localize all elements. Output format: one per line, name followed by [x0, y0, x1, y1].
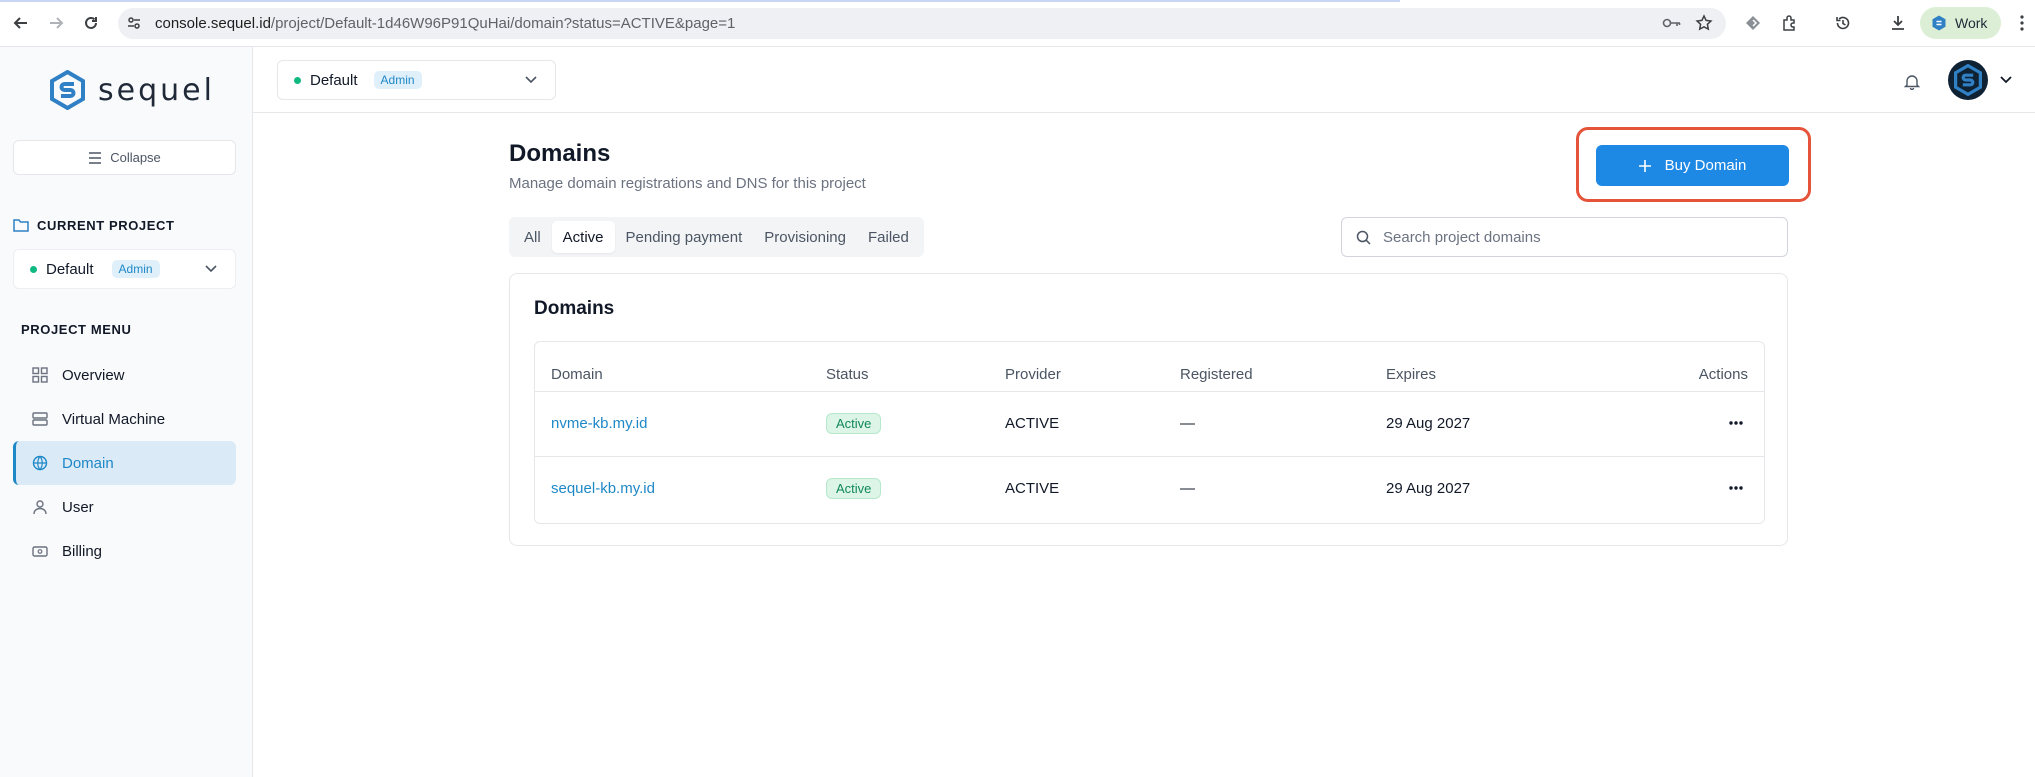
current-project-label: CURRENT PROJECT [37, 218, 175, 233]
buy-domain-button[interactable]: Buy Domain [1596, 145, 1789, 186]
page-load-indicator [0, 0, 1400, 2]
profile-label: Work [1955, 15, 1988, 31]
provider-cell: ACTIVE [1005, 480, 1060, 497]
browser-menu-icon[interactable] [2009, 10, 2035, 36]
registered-cell: — [1180, 415, 1195, 432]
column-header-expires: Expires [1386, 366, 1437, 383]
column-header-status: Status [826, 366, 869, 383]
server-icon [32, 412, 48, 426]
more-actions-icon[interactable] [1724, 476, 1748, 500]
globe-icon [32, 455, 48, 471]
domains-card: Domains Domain Status Provider Registere… [509, 273, 1788, 546]
column-header-provider: Provider [1005, 366, 1061, 383]
sequel-logo-icon [50, 70, 85, 110]
tab-all[interactable]: All [513, 221, 552, 253]
bell-icon[interactable] [1901, 70, 1923, 92]
tab-active[interactable]: Active [551, 221, 615, 253]
search-box [1341, 217, 1788, 257]
sidebar-item-label: Virtual Machine [62, 410, 166, 428]
folder-icon [13, 219, 29, 232]
domain-link[interactable]: sequel-kb.my.id [551, 480, 655, 497]
row-divider [535, 391, 1764, 392]
domain-link[interactable]: nvme-kb.my.id [551, 415, 647, 432]
status-tabs: All Active Pending payment Provisioning … [509, 217, 924, 257]
column-header-domain: Domain [551, 366, 603, 383]
chevron-down-icon [205, 265, 217, 273]
profile-button[interactable]: Work [1920, 7, 2001, 39]
project-menu-label: PROJECT MENU [21, 322, 132, 337]
avatar-logo-icon [1954, 64, 1982, 96]
project-status-dot [294, 76, 301, 84]
collapse-label: Collapse [110, 150, 161, 165]
tab-provisioning[interactable]: Provisioning [753, 221, 857, 253]
sidebar-item-user[interactable]: User [13, 485, 236, 529]
tab-failed[interactable]: Failed [857, 221, 920, 253]
reload-icon[interactable] [78, 10, 104, 36]
sidebar-role-badge: Admin [111, 260, 160, 278]
header-divider [253, 112, 2035, 113]
account-chevron-icon[interactable] [2000, 76, 2012, 84]
more-actions-icon[interactable] [1724, 411, 1748, 435]
sidebar-item-billing[interactable]: Billing [13, 529, 236, 573]
grid-icon [32, 367, 48, 383]
sidebar-item-label: Domain [62, 454, 114, 472]
page-title: Domains [509, 140, 611, 167]
buy-domain-label: Buy Domain [1664, 157, 1747, 174]
status-badge: Active [826, 413, 882, 434]
page-subtitle: Manage domain registrations and DNS for … [509, 175, 866, 192]
user-icon [33, 500, 47, 515]
domains-table: Domain Status Provider Registered Expire… [534, 341, 1765, 524]
provider-cell: ACTIVE [1005, 415, 1060, 432]
column-header-registered: Registered [1180, 366, 1253, 383]
sidebar-item-label: User [62, 498, 94, 516]
sidebar-project-select[interactable]: Default Admin [13, 249, 236, 289]
header-project-select[interactable]: Default Admin [277, 60, 556, 100]
header-role-badge: Admin [373, 71, 422, 89]
header-project-name: Default [310, 71, 358, 89]
column-header-actions: Actions [1698, 366, 1748, 383]
row-divider [535, 456, 1764, 457]
site-info-icon[interactable] [121, 10, 147, 36]
sidebar-item-label: Overview [62, 366, 125, 384]
registered-cell: — [1180, 480, 1195, 497]
password-key-icon[interactable] [1659, 10, 1685, 36]
logo-text: sequel [98, 72, 215, 108]
card-title: Domains [534, 298, 615, 319]
sidebar-project-name: Default [46, 260, 94, 278]
plus-icon [1638, 159, 1651, 172]
expires-cell: 29 Aug 2027 [1386, 480, 1471, 497]
bookmark-star-icon[interactable] [1691, 10, 1717, 36]
extension-diamond-icon[interactable] [1740, 10, 1766, 36]
browser-toolbar: console.sequel.id/project/Default-1d46W9… [0, 0, 2035, 47]
billing-icon [32, 546, 48, 557]
sidebar-item-overview[interactable]: Overview [13, 353, 236, 397]
avatar[interactable] [1948, 60, 1988, 100]
extensions-puzzle-icon[interactable] [1777, 10, 1803, 36]
back-icon[interactable] [8, 10, 34, 36]
menu-icon [89, 151, 102, 164]
forward-icon[interactable] [43, 10, 69, 36]
search-input[interactable] [1383, 228, 1763, 246]
download-icon[interactable] [1885, 10, 1911, 36]
sidebar-item-virtual-machine[interactable]: Virtual Machine [13, 397, 236, 441]
tab-pending-payment[interactable]: Pending payment [615, 221, 754, 253]
sidebar-item-label: Billing [62, 542, 103, 560]
history-icon[interactable] [1830, 10, 1856, 36]
chevron-down-icon [525, 76, 537, 84]
expires-cell: 29 Aug 2027 [1386, 415, 1471, 432]
project-status-dot [30, 265, 37, 273]
profile-logo-icon [1932, 15, 1946, 31]
search-icon [1356, 230, 1371, 245]
collapse-button[interactable]: Collapse [13, 140, 236, 175]
status-badge: Active [826, 478, 882, 499]
sidebar-item-domain[interactable]: Domain [13, 441, 236, 485]
sequel-logo[interactable]: sequel [49, 70, 215, 110]
url-text: console.sequel.id/project/Default-1d46W9… [155, 15, 736, 32]
